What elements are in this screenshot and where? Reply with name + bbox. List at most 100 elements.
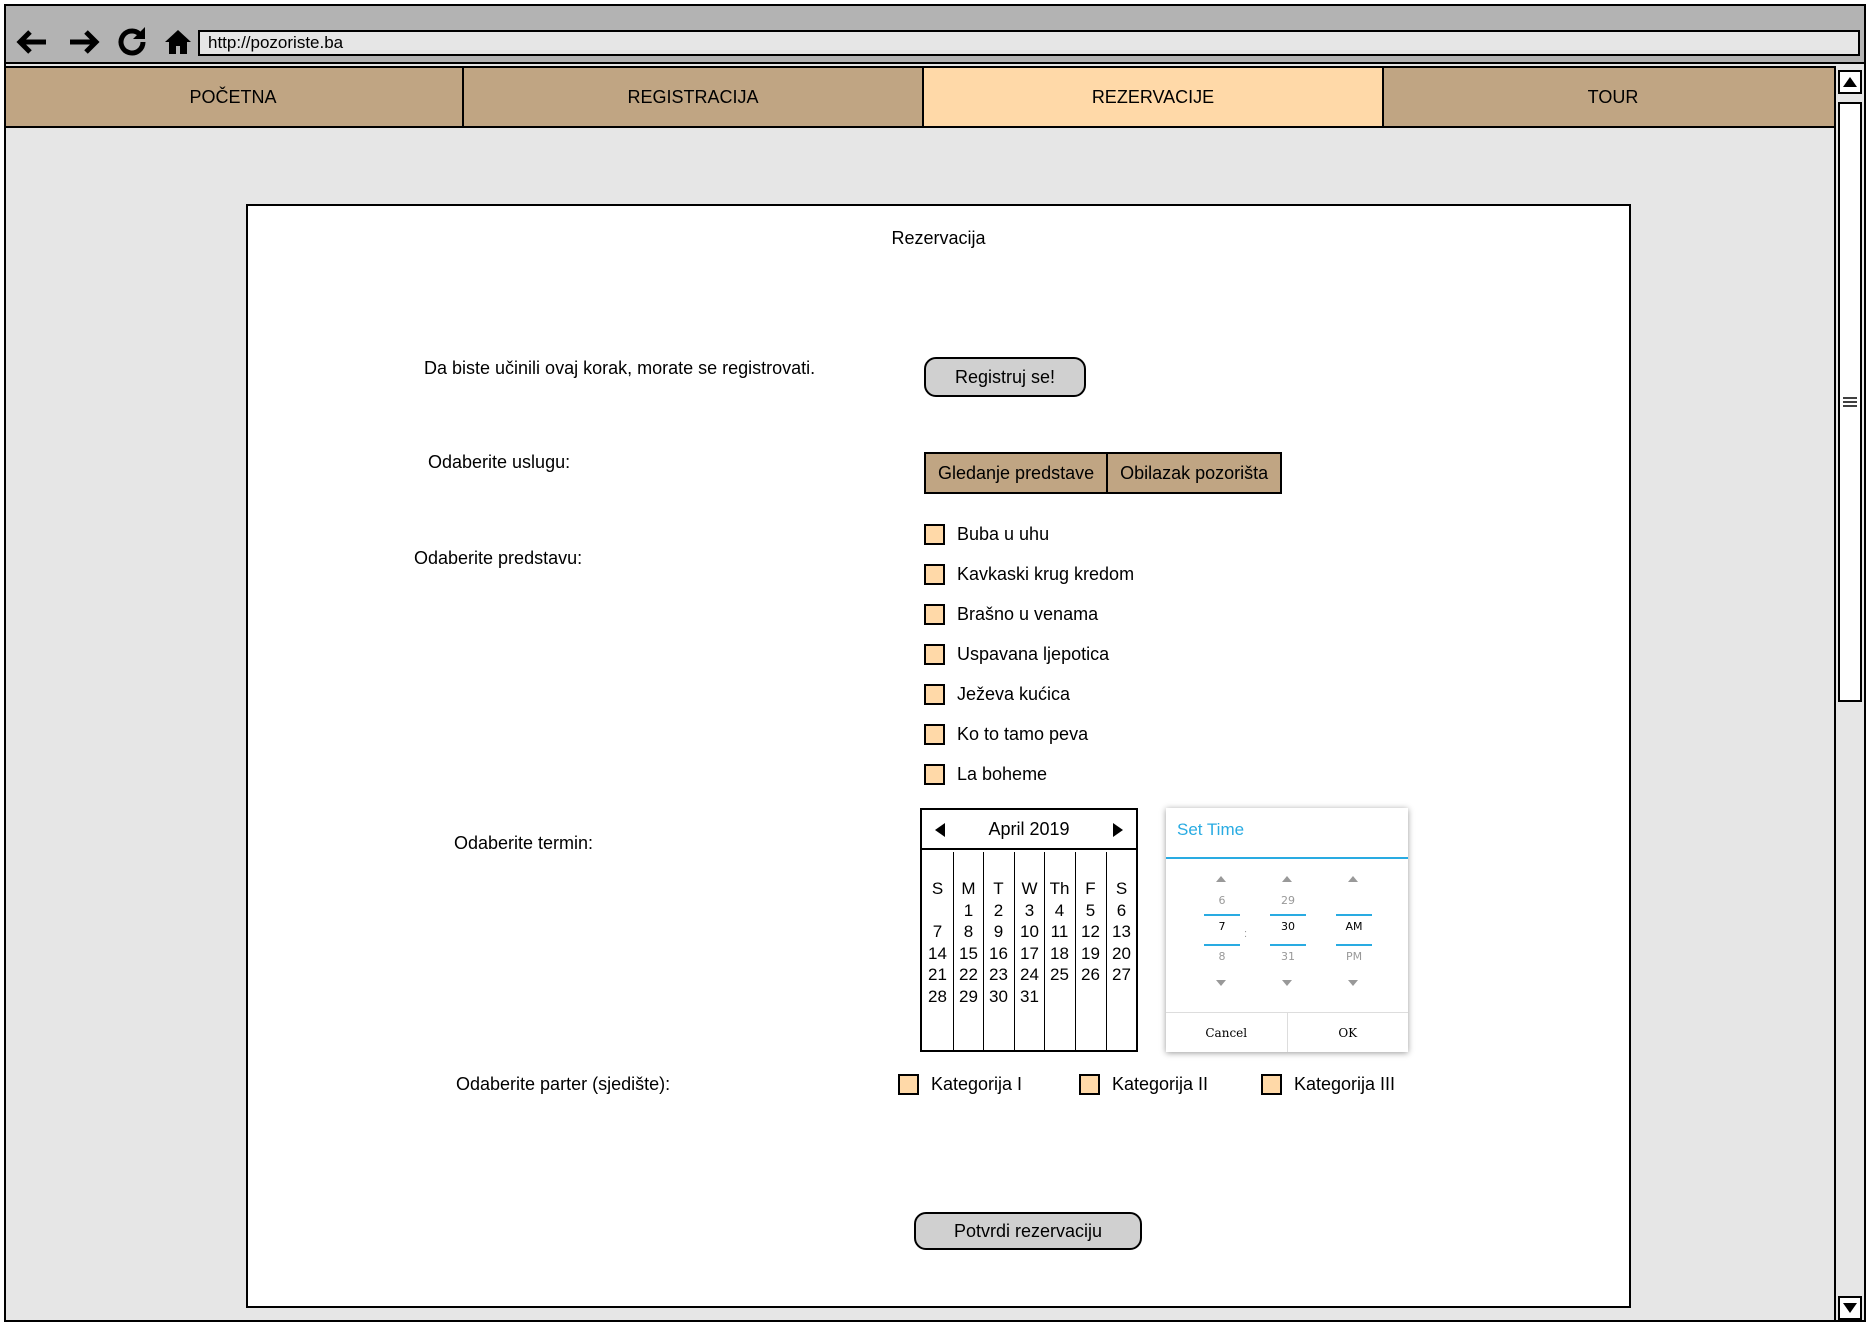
seat-option-label: Kategorija III <box>1294 1074 1396 1094</box>
calendar-day[interactable]: 5 <box>1075 900 1106 921</box>
hour-spinner[interactable]: 6 7 8 <box>1202 874 1242 994</box>
scroll-down-icon[interactable] <box>1838 1296 1862 1320</box>
reload-icon[interactable] <box>112 22 152 62</box>
calendar-day[interactable]: 26 <box>1075 964 1106 985</box>
calendar-day[interactable]: 29 <box>953 986 984 1007</box>
next-month-icon[interactable] <box>1108 820 1128 840</box>
home-icon[interactable] <box>158 22 198 62</box>
calendar-day[interactable]: 11 <box>1044 921 1075 942</box>
show-option[interactable]: Kavkaski krug kredom <box>924 564 1134 585</box>
calendar-day[interactable]: 31 <box>1014 986 1045 1007</box>
checkbox[interactable] <box>924 764 945 785</box>
register-button[interactable]: Registruj se! <box>924 357 1086 397</box>
checkbox[interactable] <box>924 724 945 745</box>
period-value: AM <box>1345 920 1363 933</box>
period-up-icon[interactable] <box>1348 876 1358 882</box>
seat-option[interactable]: Kategorija I <box>898 1074 1022 1095</box>
service-option-watch-show[interactable]: Gledanje predstave <box>924 452 1109 494</box>
minute-value: 30 <box>1281 920 1295 933</box>
calendar-day[interactable]: 23 <box>983 964 1014 985</box>
checkbox[interactable] <box>924 604 945 625</box>
calendar-day[interactable]: 22 <box>953 964 984 985</box>
calendar-day[interactable]: 15 <box>953 943 984 964</box>
show-option-label: Brašno u venama <box>957 604 1099 624</box>
calendar-day[interactable]: 25 <box>1044 964 1075 985</box>
calendar-day[interactable]: 2 <box>983 900 1014 921</box>
calendar-day[interactable]: 19 <box>1075 943 1106 964</box>
tab-tour[interactable]: TOUR <box>1382 66 1844 128</box>
cancel-button[interactable]: Cancel <box>1166 1013 1288 1052</box>
vertical-scrollbar[interactable] <box>1834 66 1864 1320</box>
calendar-day[interactable]: 4 <box>1044 900 1075 921</box>
calendar-day[interactable]: 6 <box>1106 900 1137 921</box>
calendar-header: April 2019 <box>922 810 1136 850</box>
calendar-day[interactable]: 16 <box>983 943 1014 964</box>
calendar-day[interactable]: 30 <box>983 986 1014 1007</box>
show-label: Odaberite predstavu: <box>414 548 583 568</box>
calendar-day[interactable]: 7 <box>922 921 953 942</box>
prev-month-icon[interactable] <box>930 820 950 840</box>
calendar-day[interactable]: 10 <box>1014 921 1045 942</box>
panel-title: Rezervacija <box>891 228 986 248</box>
tab-registracija[interactable]: REGISTRACIJA <box>462 66 924 128</box>
calendar-day[interactable]: 20 <box>1106 943 1137 964</box>
time-picker-divider <box>1166 857 1408 859</box>
hour-down-icon[interactable] <box>1216 980 1226 986</box>
minute-down-icon[interactable] <box>1282 980 1292 986</box>
selection-line <box>1336 914 1372 916</box>
checkbox[interactable] <box>1079 1074 1100 1095</box>
show-option[interactable]: Ježeva kućica <box>924 684 1070 705</box>
show-option[interactable]: Ko to tamo peva <box>924 724 1088 745</box>
calendar-day[interactable]: 9 <box>983 921 1014 942</box>
calendar-day[interactable]: 12 <box>1075 921 1106 942</box>
calendar-day[interactable]: 27 <box>1106 964 1137 985</box>
show-option-label: Ko to tamo peva <box>957 724 1089 744</box>
back-icon[interactable] <box>12 22 52 62</box>
calendar-day[interactable]: 3 <box>1014 900 1045 921</box>
show-option[interactable]: Brašno u venama <box>924 604 1098 625</box>
show-option[interactable]: La boheme <box>924 764 1047 785</box>
checkbox[interactable] <box>924 644 945 665</box>
url-input[interactable]: http://pozoriste.ba <box>198 30 1860 56</box>
ok-button[interactable]: OK <box>1288 1013 1409 1052</box>
minute-spinner[interactable]: 29 30 31 <box>1268 874 1308 994</box>
forward-icon[interactable] <box>64 22 104 62</box>
checkbox[interactable] <box>924 524 945 545</box>
show-option[interactable]: Uspavana ljepotica <box>924 644 1109 665</box>
checkbox[interactable] <box>924 564 945 585</box>
service-option-theater-tour[interactable]: Obilazak pozorišta <box>1106 452 1283 494</box>
checkbox[interactable] <box>898 1074 919 1095</box>
tab-rezervacije[interactable]: REZERVACIJE <box>922 66 1384 128</box>
calendar-day[interactable]: 14 <box>922 943 953 964</box>
checkbox[interactable] <box>1261 1074 1282 1095</box>
minute-up-icon[interactable] <box>1282 876 1292 882</box>
scroll-thumb[interactable] <box>1838 102 1862 702</box>
calendar-day[interactable]: 18 <box>1044 943 1075 964</box>
seat-option[interactable]: Kategorija III <box>1261 1074 1395 1095</box>
hour-up-icon[interactable] <box>1216 876 1226 882</box>
seat-option[interactable]: Kategorija II <box>1079 1074 1208 1095</box>
calendar-day[interactable]: 13 <box>1106 921 1137 942</box>
show-option[interactable]: Buba u uhu <box>924 524 1049 545</box>
period-spinner[interactable]: AM PM <box>1334 874 1374 994</box>
date-calendar: April 2019 S M T W Th F S 1 2 3 4 5 6 7 8 9 10 11 12 13 14 15… <box>920 808 1138 1052</box>
calendar-day[interactable]: 28 <box>922 986 953 1007</box>
calendar-day[interactable]: 8 <box>953 921 984 942</box>
period-down-icon[interactable] <box>1348 980 1358 986</box>
scroll-up-icon[interactable] <box>1838 70 1862 94</box>
calendar-weekday: F <box>1085 879 1096 898</box>
checkbox[interactable] <box>924 684 945 705</box>
calendar-weekday: T <box>993 879 1004 898</box>
calendar-day[interactable]: 17 <box>1014 943 1045 964</box>
time-picker-actions: Cancel OK <box>1166 1012 1408 1052</box>
calendar-day[interactable]: 24 <box>1014 964 1045 985</box>
seat-option-label: Kategorija I <box>931 1074 1023 1094</box>
time-separator: : <box>1244 928 1248 940</box>
time-picker: Set Time 6 7 8 : 29 30 31 AM PM Cancel O… <box>1166 808 1408 1052</box>
hour-prev: 6 <box>1218 894 1226 907</box>
confirm-reservation-button[interactable]: Potvrdi rezervaciju <box>914 1212 1142 1250</box>
calendar-day[interactable]: 1 <box>953 900 984 921</box>
calendar-day[interactable]: 21 <box>922 964 953 985</box>
minute-next: 31 <box>1281 950 1295 963</box>
tab-pocetna[interactable]: POČETNA <box>6 66 464 128</box>
